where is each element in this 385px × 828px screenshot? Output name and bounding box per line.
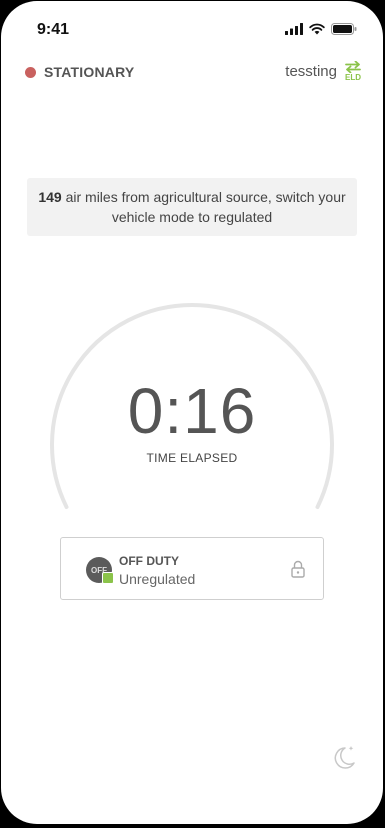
phone-screen: 9:41 STATIONARY tessting ELD 149 air mil… <box>1 1 383 824</box>
moon-icon[interactable] <box>331 744 357 772</box>
duty-status-label: OFF DUTY <box>119 554 179 568</box>
duty-mini-badge <box>102 572 114 584</box>
duty-mode-label: Unregulated <box>119 571 196 587</box>
lock-icon[interactable] <box>291 560 305 578</box>
time-elapsed-label: TIME ELAPSED <box>146 451 238 465</box>
duty-status-card[interactable]: OFF OFF DUTY Unregulated <box>60 537 324 600</box>
time-elapsed-value: 0:16 <box>127 375 257 447</box>
duty-status-icon: OFF <box>86 557 114 584</box>
